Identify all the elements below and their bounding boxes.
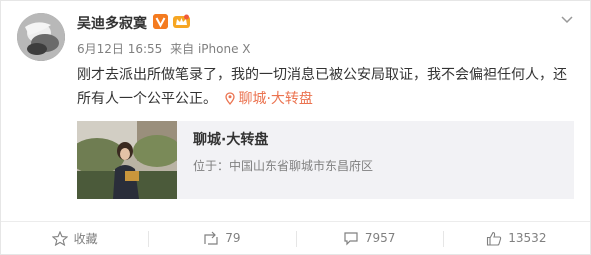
like-button[interactable]: 13532 [442,222,590,254]
place-title: 聊城·大转盘 [193,132,269,148]
location-link-label: 聊城·大转盘 [238,91,313,107]
repost-icon [204,231,218,245]
star-icon [51,230,68,246]
action-bar: 收藏 79 7957 13532 [1,222,590,254]
location-link[interactable]: 聊城·大转盘 [225,91,313,107]
favorite-label: 收藏 [73,231,98,246]
avatar[interactable] [17,13,65,61]
member-crown-icon[interactable] [173,14,190,29]
verified-v-icon [153,14,168,29]
favorite-button[interactable]: 收藏 [1,222,148,254]
post-meta: 6月12日 16:55 来自 iPhone X [77,40,255,57]
comment-icon [344,231,358,245]
like-count: 13532 [508,231,547,245]
post-source: 来自 iPhone X [170,42,251,56]
place-address: 位于：中国山东省聊城市东昌府区 [193,159,374,173]
post-content: 刚才去派出所做笔录了，我的一切消息已被公安局取证，我不会偏袒任何人，还所有人一个… [77,63,577,111]
place-card[interactable]: 聊城·大转盘 位于：中国山东省聊城市东昌府区 [77,121,574,199]
chevron-down-icon[interactable] [560,11,574,25]
weibo-post-card: 吴迪多寂寞 6月12日 16:55 来自 iPhone X 刚才去派出所做笔录了… [0,0,591,255]
thumbs-up-icon [487,231,502,246]
repost-count: 79 [225,231,241,245]
location-pin-icon [225,92,236,105]
repost-button[interactable]: 79 [148,222,295,254]
username[interactable]: 吴迪多寂寞 [77,13,147,33]
post-text: 刚才去派出所做笔录了，我的一切消息已被公安局取证，我不会偏袒任何人，还所有人一个… [77,67,567,107]
comment-count: 7957 [364,231,396,245]
comment-button[interactable]: 7957 [295,222,443,254]
post-time[interactable]: 6月12日 16:55 [77,42,162,56]
place-thumbnail [77,121,177,199]
